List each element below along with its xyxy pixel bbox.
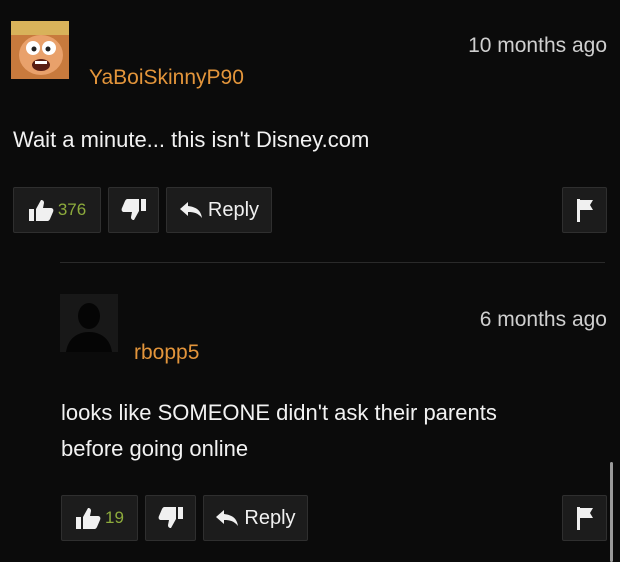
default-user-silhouette-icon (60, 294, 118, 352)
avatar[interactable] (60, 294, 118, 352)
comment: YaBoiSkinnyP90 10 months ago Wait a minu… (0, 0, 620, 262)
dislike-button[interactable] (108, 187, 159, 233)
thumbs-down-icon (121, 199, 146, 220)
reply-button[interactable]: Reply (166, 187, 272, 233)
scrollbar[interactable] (610, 462, 613, 562)
reply-label: Reply (244, 506, 296, 529)
comment-text-line: before going online (61, 436, 249, 461)
reply-arrow-icon (216, 510, 239, 526)
reply-label: Reply (207, 198, 260, 221)
like-button[interactable]: 19 (61, 495, 138, 541)
flag-button[interactable] (562, 495, 607, 541)
timestamp: 6 months ago (479, 308, 607, 331)
cartoon-face-avatar-icon (11, 21, 69, 79)
reply-comment: rbopp5 6 months ago looks like SOMEONE d… (0, 263, 620, 562)
timestamp: 10 months ago (468, 34, 607, 57)
thumbs-down-icon (158, 507, 183, 528)
thumbs-up-icon (28, 200, 54, 221)
thumbs-up-icon (76, 508, 101, 529)
reply-arrow-icon (179, 202, 202, 218)
like-button[interactable]: 376 (13, 187, 101, 233)
username[interactable]: YaBoiSkinnyP90 (89, 66, 244, 90)
reply-button[interactable]: Reply (203, 495, 308, 541)
flag-icon (576, 507, 593, 530)
username[interactable]: rbopp5 (134, 341, 199, 365)
like-count: 376 (57, 200, 87, 219)
flag-icon (576, 199, 593, 222)
comment-text: Wait a minute... this isn't Disney.com (13, 127, 370, 152)
dislike-button[interactable] (145, 495, 196, 541)
comment-text-line: looks like SOMEONE didn't ask their pare… (61, 400, 497, 425)
avatar[interactable] (11, 21, 69, 79)
like-count: 19 (105, 508, 124, 527)
flag-button[interactable] (562, 187, 607, 233)
